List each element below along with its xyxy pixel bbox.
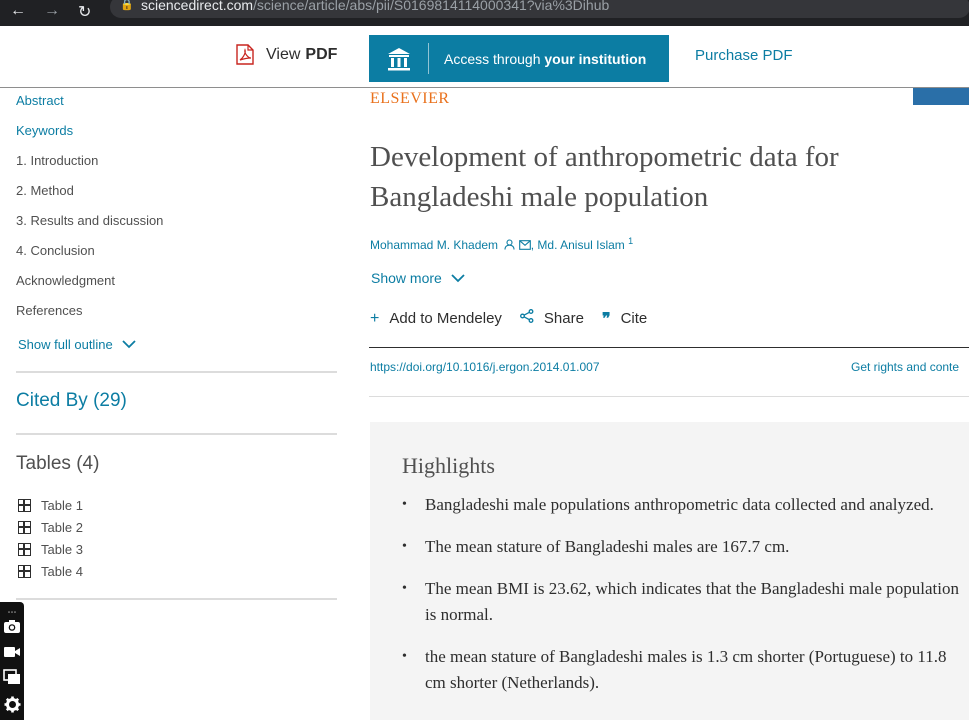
table-link-label: Table 2	[41, 520, 83, 535]
tables-heading: Tables (4)	[16, 453, 100, 474]
outline-item-results[interactable]: 3. Results and discussion	[16, 213, 163, 228]
add-to-mendeley-button[interactable]: + Add to Mendeley	[370, 309, 502, 328]
show-more-button[interactable]: Show more	[371, 270, 465, 286]
outline-item-references[interactable]: References	[16, 303, 82, 318]
outline-item-conclusion[interactable]: 4. Conclusion	[16, 243, 95, 258]
highlight-item: the mean stature of Bangladeshi males is…	[402, 644, 962, 696]
share-icon	[519, 309, 534, 328]
chevron-down-icon	[122, 340, 136, 349]
highlights-section: Highlights Bangladeshi male populations …	[370, 422, 969, 720]
article-toolbar: View PDF Access through your institution …	[0, 26, 969, 88]
view-pdf-label-bold: PDF	[305, 45, 338, 63]
access-through-institution-button[interactable]: Access through your institution	[369, 35, 669, 82]
outline-item-introduction[interactable]: 1. Introduction	[16, 153, 98, 168]
table-grid-icon	[18, 565, 31, 578]
institution-icon	[369, 43, 429, 74]
get-rights-link[interactable]: Get rights and conte	[851, 360, 959, 374]
sidebar-divider	[16, 371, 337, 373]
table-link-label: Table 4	[41, 564, 83, 579]
sidebar-outline: Abstract Keywords 1. Introduction 2. Met…	[0, 88, 345, 720]
show-full-outline-button[interactable]: Show full outline	[18, 337, 136, 352]
copy-window-icon[interactable]	[3, 669, 21, 685]
view-pdf-label: View	[266, 45, 301, 63]
email-icon[interactable]	[518, 240, 531, 250]
highlight-item: The mean stature of Bangladeshi males ar…	[402, 534, 962, 560]
table-link-label: Table 1	[41, 498, 83, 513]
person-icon[interactable]	[504, 239, 515, 250]
doi-divider	[369, 396, 969, 397]
browser-bar: ← → ↻ 🔒 sciencedirect.com/science/articl…	[0, 0, 969, 26]
share-button[interactable]: Share	[519, 309, 584, 328]
url-host: sciencedirect.com	[141, 0, 254, 13]
cite-label: Cite	[620, 310, 648, 327]
doi-divider	[369, 347, 969, 348]
access-label-prefix: Access through	[444, 50, 541, 67]
back-icon[interactable]: ←	[10, 2, 26, 20]
plus-icon: +	[370, 309, 380, 327]
highlight-item: The mean BMI is 23.62, which indicates t…	[402, 576, 962, 628]
camera-icon[interactable]	[3, 619, 21, 635]
purchase-pdf-link[interactable]: Purchase PDF	[695, 47, 793, 64]
url-text[interactable]: sciencedirect.com/science/article/abs/pi…	[141, 0, 609, 13]
highlights-heading: Highlights	[402, 453, 495, 478]
access-button-label: Access through your institution	[444, 51, 646, 67]
outline-item-keywords[interactable]: Keywords	[16, 123, 73, 138]
table-grid-icon	[18, 543, 31, 556]
outline-item-acknowledgment[interactable]: Acknowledgment	[16, 273, 115, 288]
table-grid-icon	[18, 499, 31, 512]
reload-icon[interactable]: ↻	[78, 2, 91, 22]
quote-icon: ❞	[601, 309, 611, 328]
add-to-mendeley-label: Add to Mendeley	[389, 310, 502, 327]
show-full-outline-label: Show full outline	[18, 337, 113, 352]
sidebar-divider	[16, 433, 337, 435]
view-pdf-button[interactable]: View PDF	[236, 44, 337, 65]
table-grid-icon	[18, 521, 31, 534]
doi-link[interactable]: https://doi.org/10.1016/j.ergon.2014.01.…	[370, 360, 600, 374]
author-link[interactable]: Md. Anisul Islam	[537, 238, 624, 252]
article-title: Development of anthropometric data for B…	[370, 141, 839, 213]
highlights-list: Bangladeshi male populations anthropomet…	[402, 492, 962, 712]
access-label-bold: your institution	[544, 50, 647, 67]
table-link-label: Table 3	[41, 542, 83, 557]
table-link-3[interactable]: Table 3	[18, 542, 83, 557]
table-link-2[interactable]: Table 2	[18, 520, 83, 535]
show-more-label: Show more	[371, 270, 442, 286]
url-path: /science/article/abs/pii/S01698141140003…	[253, 0, 610, 13]
outline-item-method[interactable]: 2. Method	[16, 183, 74, 198]
outline-item-abstract[interactable]: Abstract	[16, 93, 64, 108]
share-label: Share	[543, 310, 584, 327]
cited-by-link[interactable]: Cited By (29)	[16, 390, 127, 412]
author-affiliation-sup[interactable]: 1	[628, 236, 633, 246]
table-link-4[interactable]: Table 4	[18, 564, 83, 579]
forward-icon[interactable]: →	[44, 2, 60, 20]
lock-icon: 🔒	[120, 0, 134, 11]
video-camera-icon[interactable]	[3, 645, 21, 661]
gear-icon[interactable]	[3, 696, 21, 713]
article-actions: + Add to Mendeley Share ❞ Cite	[370, 309, 665, 328]
highlight-item: Bangladeshi male populations anthropomet…	[402, 492, 962, 518]
journal-cover-thumbnail[interactable]	[913, 88, 969, 105]
cite-button[interactable]: ❞ Cite	[602, 309, 647, 328]
chevron-down-icon	[451, 273, 465, 282]
pdf-file-icon	[236, 44, 254, 65]
author-list: Mohammad M. Khadem , Md. Anisul Islam 1	[370, 236, 633, 252]
capture-menu-icon[interactable]: ⋯	[3, 604, 21, 620]
table-link-1[interactable]: Table 1	[18, 498, 83, 513]
author-link[interactable]: Mohammad M. Khadem	[370, 238, 498, 252]
sidebar-divider	[16, 598, 337, 600]
screen-capture-toolbar: ⋯	[0, 602, 24, 720]
publisher-logo[interactable]: ELSEVIER	[370, 90, 450, 108]
